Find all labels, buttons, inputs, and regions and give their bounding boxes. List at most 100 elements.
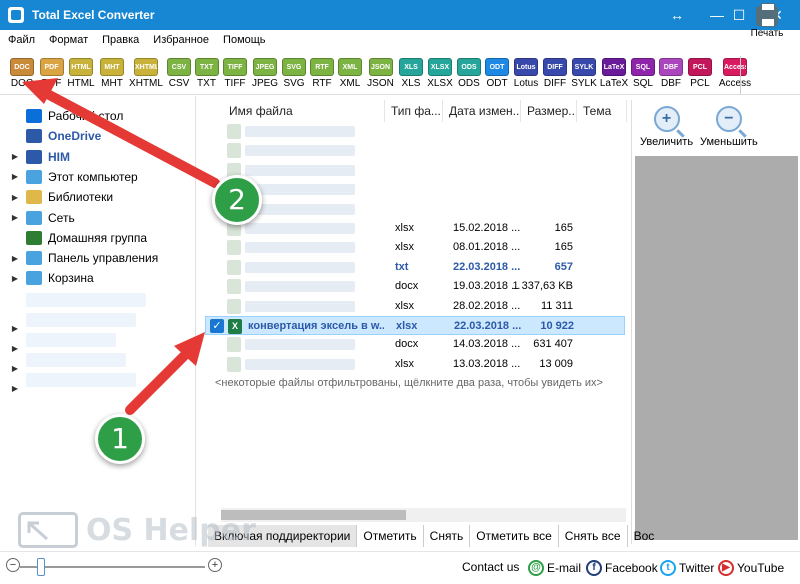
tree-item[interactable]: ▶ Сеть (0, 208, 196, 228)
format-button-xlsx[interactable]: XLSX XLSX (425, 54, 455, 94)
blurred-file-name (245, 281, 355, 293)
tree-item[interactable]: ▶ (0, 358, 196, 378)
file-row[interactable] (205, 122, 625, 141)
expand-arrow-icon[interactable]: ▶ (10, 172, 20, 181)
tree-item[interactable]: OneDrive (0, 126, 196, 146)
expand-arrow-icon[interactable]: ▶ (10, 364, 20, 373)
format-button-ods[interactable]: ODS ODS (455, 54, 483, 94)
blurred-file-name (245, 223, 355, 234)
file-row[interactable]: docx 14.03.2018 ... 631 407 (205, 335, 625, 354)
check-button[interactable]: Отметить (357, 525, 424, 547)
file-row[interactable]: txt 22.03.2018 ... 657 (205, 258, 625, 277)
format-button-odt[interactable]: ODT ODT (483, 54, 511, 94)
restore-button[interactable]: Вос (628, 525, 661, 547)
format-button-pdf[interactable]: PDF PDF (38, 54, 65, 94)
zoom-slider-thumb[interactable] (37, 558, 45, 576)
tree-item[interactable]: Рабочий стол (0, 106, 196, 126)
file-row[interactable] (205, 161, 625, 180)
format-button-jpeg[interactable]: JPEG JPEG (250, 54, 280, 94)
format-button-rtf[interactable]: RTF RTF (308, 54, 336, 94)
expand-arrow-icon[interactable]: ▶ (10, 344, 20, 353)
tree-item[interactable]: ▶ Корзина (0, 268, 196, 288)
format-button-html[interactable]: HTML HTML (65, 54, 97, 94)
zoom-minus-icon[interactable]: − (6, 558, 20, 572)
menu-edit[interactable]: Правка (102, 34, 139, 46)
format-button-sylk[interactable]: SYLK SYLK (569, 54, 599, 94)
file-row[interactable] (205, 141, 625, 160)
youtube-link[interactable]: ▶ YouTube (718, 560, 784, 576)
column-type[interactable]: Тип фа... (385, 100, 443, 122)
tree-item[interactable]: Домашняя группа (0, 228, 196, 248)
format-button-xls[interactable]: XLS XLS (397, 54, 425, 94)
uncheck-button[interactable]: Снять (424, 525, 471, 547)
expand-arrow-icon[interactable]: ▶ (10, 193, 20, 202)
format-button-dbf[interactable]: DBF DBF (657, 54, 685, 94)
contact-us-link[interactable]: Contact us (462, 560, 519, 574)
expand-arrow-icon[interactable]: ▶ (10, 384, 20, 393)
format-button-lotus[interactable]: Lotus Lotus (511, 54, 541, 94)
file-row[interactable]: xlsx 15.02.2018 ... 165 (205, 219, 625, 238)
zoom-slider[interactable] (20, 566, 205, 568)
tree-item[interactable]: ▶ Панель управления (0, 248, 196, 268)
file-row[interactable]: xlsx 08.01.2018 ... 165 (205, 238, 625, 257)
file-row[interactable]: ✓ Xконвертация эксель в w... xlsx 22.03.201… (205, 316, 625, 335)
tree-item[interactable]: ▶ (0, 318, 196, 338)
format-button-pcl[interactable]: PCL PCL (685, 54, 715, 94)
column-size[interactable]: Размер... (521, 100, 577, 122)
row-checkbox[interactable]: ✓ (210, 319, 224, 333)
email-link[interactable]: @ E-mail (528, 560, 581, 576)
column-subject[interactable]: Тема (577, 100, 627, 122)
horizontal-scrollbar[interactable] (221, 508, 626, 522)
format-button-doc[interactable]: DOC DOC (6, 54, 38, 94)
column-date[interactable]: Дата измен... (443, 100, 521, 122)
expand-arrow-icon[interactable]: ▶ (10, 324, 20, 333)
tree-item[interactable]: ▶ Библиотеки (0, 187, 196, 207)
tree-item[interactable]: ▶ (0, 338, 196, 358)
menu-favorites[interactable]: Избранное (153, 34, 209, 46)
filter-note[interactable]: <некоторые файлы отфильтрованы, щёлкните… (215, 377, 603, 389)
uncheck-all-button[interactable]: Снять все (559, 525, 628, 547)
expand-arrow-icon[interactable]: ▶ (10, 213, 20, 222)
format-button-mht[interactable]: MHT MHT (97, 54, 127, 94)
file-row[interactable] (205, 200, 625, 219)
format-button-diff[interactable]: DIFF DIFF (541, 54, 569, 94)
format-label: Lotus (513, 78, 539, 89)
format-button-xml[interactable]: XML XML (336, 54, 364, 94)
zoom-plus-icon[interactable]: + (208, 558, 222, 572)
format-button-txt[interactable]: TXT TXT (193, 54, 220, 94)
expand-arrow-icon[interactable]: ▶ (10, 274, 20, 283)
zoom-out-button[interactable]: − Уменьшить (700, 106, 758, 148)
file-icon (227, 337, 241, 353)
format-button-access[interactable]: Access Access (715, 54, 755, 94)
format-button-svg[interactable]: SVG SVG (280, 54, 308, 94)
twitter-link[interactable]: t Twitter (660, 560, 714, 576)
resize-icon[interactable]: ↔ (660, 0, 694, 30)
file-row[interactable]: xlsx 28.02.2018 ... 11 311 (205, 297, 625, 316)
file-row[interactable]: xlsx 13.03.2018 ... 13 009 (205, 355, 625, 374)
menu-file[interactable]: Файл (8, 34, 35, 46)
format-button-latex[interactable]: LaTeX LaTeX (599, 54, 629, 94)
window-title: Total Excel Converter (32, 8, 155, 22)
column-filename[interactable]: Имя файла (223, 100, 385, 122)
expand-arrow-icon[interactable]: ▶ (10, 254, 20, 263)
tree-item[interactable]: ▶ Этот компьютер (0, 167, 196, 187)
file-row[interactable]: docx 19.03.2018 ... 1 337,63 KB (205, 277, 625, 296)
print-button[interactable]: Печать (745, 3, 789, 44)
zoom-in-button[interactable]: + Увеличить (640, 106, 693, 148)
tree-item[interactable]: ▶ (0, 378, 196, 398)
facebook-link[interactable]: f Facebook (586, 560, 658, 576)
tree-item[interactable]: ▶ HIM (0, 147, 196, 167)
menu-help[interactable]: Помощь (223, 34, 266, 46)
file-row[interactable] (205, 180, 625, 199)
format-button-sql[interactable]: SQL SQL (629, 54, 657, 94)
expand-arrow-icon[interactable]: ▶ (10, 152, 20, 161)
menu-format[interactable]: Формат (49, 34, 88, 46)
svg-format-icon: SVG (282, 58, 306, 76)
file-icon (227, 240, 241, 256)
format-button-tiff[interactable]: TIFF TIFF (220, 54, 250, 94)
format-toolbar: DOC DOC PDF PDF HTML HTML MHT MHT XHTML XHTML CSV C… (0, 50, 800, 95)
format-button-xhtml[interactable]: XHTML XHTML (127, 54, 165, 94)
format-button-json[interactable]: JSON JSON (364, 54, 397, 94)
check-all-button[interactable]: Отметить все (470, 525, 559, 547)
format-button-csv[interactable]: CSV CSV (165, 54, 193, 94)
